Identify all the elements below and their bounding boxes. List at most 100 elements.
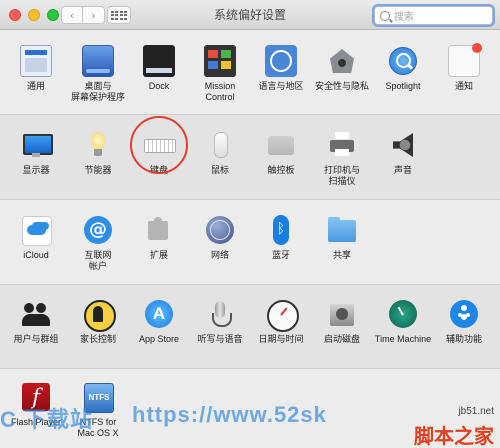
flash-player-icon	[20, 381, 52, 413]
security-privacy-icon	[326, 45, 358, 77]
pref-label: 扩展	[149, 250, 168, 260]
dock-icon	[143, 45, 175, 77]
parental-controls-icon	[82, 298, 116, 332]
title-bar: ‹ › 系统偏好设置 搜索	[0, 0, 500, 30]
pref-printers-scanners[interactable]: 打印机与 扫描仪	[309, 129, 375, 187]
forward-button[interactable]: ›	[83, 6, 105, 24]
pref-label: iCloud	[23, 250, 49, 260]
ntfs-icon	[82, 381, 114, 413]
bluetooth-icon	[265, 214, 297, 246]
pref-label: 语言与地区	[258, 81, 304, 91]
pref-dictation-speech[interactable]: 听写与语音	[187, 298, 253, 345]
pref-label: Dock	[148, 81, 170, 91]
pref-parental-controls[interactable]: 家长控制	[65, 298, 131, 345]
mission-control-icon	[204, 45, 236, 77]
pref-label: 桌面与 屏幕保护程序	[70, 81, 125, 102]
pref-label: 用户与群组	[13, 334, 59, 344]
icloud-icon	[20, 214, 52, 246]
pref-security-privacy[interactable]: 安全性与隐私	[309, 45, 375, 92]
language-region-icon	[265, 45, 297, 77]
pref-spotlight[interactable]: Spotlight	[370, 45, 436, 92]
pref-dock[interactable]: Dock	[126, 45, 192, 92]
pref-general[interactable]: 通用	[3, 45, 69, 92]
pref-mouse[interactable]: 鼠标	[187, 129, 253, 176]
pref-label: Flash Player	[10, 417, 62, 427]
pref-label: 声音	[393, 165, 412, 175]
pref-label: 触控板	[267, 165, 295, 175]
pref-label: 显示器	[22, 165, 50, 175]
minimize-button[interactable]	[28, 9, 40, 21]
pref-label: NTFS for Mac OS X	[77, 417, 119, 438]
extensions-icon	[143, 214, 175, 246]
pref-network[interactable]: 网络	[187, 214, 253, 261]
pref-label: 打印机与 扫描仪	[323, 165, 360, 186]
pref-label: 通用	[26, 81, 45, 91]
pref-extensions[interactable]: 扩展	[126, 214, 192, 261]
sound-icon	[387, 129, 419, 161]
pref-label: 日期与时间	[258, 334, 304, 344]
time-machine-icon	[387, 298, 419, 330]
internet-accounts-icon	[82, 214, 114, 246]
printer-scanner-icon	[326, 129, 358, 161]
search-placeholder: 搜索	[394, 12, 414, 23]
pref-label: Time Machine	[374, 334, 432, 344]
pref-users-groups[interactable]: 用户与群组	[3, 298, 69, 345]
pref-flash-player[interactable]: Flash Player	[3, 381, 69, 428]
close-button[interactable]	[9, 9, 21, 21]
general-icon	[20, 45, 52, 77]
energy-saver-icon	[82, 129, 114, 161]
pref-ntfs[interactable]: NTFS for Mac OS X	[65, 381, 131, 439]
back-button[interactable]: ‹	[61, 6, 83, 24]
pref-label: 互联网 帐户	[84, 250, 112, 271]
pref-language-region[interactable]: 语言与地区	[248, 45, 314, 92]
displays-icon	[20, 129, 53, 161]
pref-label: 鼠标	[210, 165, 229, 175]
pref-label: 共享	[332, 250, 351, 260]
pref-label: 网络	[210, 250, 229, 260]
pref-energy-saver[interactable]: 节能器	[65, 129, 131, 176]
pref-desktop-screensaver[interactable]: 桌面与 屏幕保护程序	[65, 45, 131, 103]
app-store-icon	[143, 298, 175, 330]
sharing-icon	[326, 214, 358, 246]
pref-startup-disk[interactable]: 启动磁盘	[309, 298, 375, 345]
dictation-speech-icon	[204, 298, 236, 330]
system-preferences-window: ‹ › 系统偏好设置 搜索 通用 桌面与 屏幕保护程序 Dock Mission…	[0, 0, 500, 448]
pref-keyboard[interactable]: 键盘	[126, 116, 192, 176]
pref-label: 听写与语音	[197, 334, 243, 344]
highlight-circle	[130, 116, 188, 174]
startup-disk-icon	[326, 298, 358, 330]
users-groups-icon	[20, 298, 52, 330]
pref-label: 节能器	[84, 165, 112, 175]
pref-sharing[interactable]: 共享	[309, 214, 375, 261]
pref-label: 安全性与隐私	[314, 81, 369, 91]
show-all-button[interactable]	[107, 6, 131, 24]
pref-accessibility[interactable]: 辅助功能	[431, 298, 497, 345]
pref-internet-accounts[interactable]: 互联网 帐户	[65, 214, 131, 272]
pref-sound[interactable]: 声音	[370, 129, 436, 176]
search-input[interactable]: 搜索	[374, 6, 493, 25]
pref-bluetooth[interactable]: 蓝牙	[248, 214, 314, 261]
pref-displays[interactable]: 显示器	[3, 129, 69, 176]
pref-label: App Store	[138, 334, 180, 344]
desktop-screensaver-icon	[82, 45, 114, 77]
pref-icloud[interactable]: iCloud	[3, 214, 69, 261]
date-time-icon	[265, 298, 299, 332]
pref-label: 通知	[454, 81, 473, 91]
zoom-button[interactable]	[47, 9, 59, 21]
network-icon	[204, 214, 236, 246]
spotlight-icon	[387, 45, 419, 77]
pref-notifications[interactable]: 通知	[431, 43, 497, 92]
pref-time-machine[interactable]: Time Machine	[370, 298, 436, 345]
keyboard-icon	[130, 116, 188, 174]
notifications-icon	[448, 43, 482, 77]
pref-mission-control[interactable]: Mission Control	[187, 45, 253, 103]
pref-label: 家长控制	[79, 334, 116, 344]
pref-label: 蓝牙	[271, 250, 290, 260]
pref-label: 辅助功能	[445, 334, 482, 344]
trackpad-icon	[265, 129, 297, 161]
accessibility-icon	[448, 298, 480, 330]
pref-trackpad[interactable]: 触控板	[248, 129, 314, 176]
pref-app-store[interactable]: App Store	[126, 298, 192, 345]
mouse-icon	[204, 129, 236, 161]
pref-date-time[interactable]: 日期与时间	[248, 298, 314, 345]
